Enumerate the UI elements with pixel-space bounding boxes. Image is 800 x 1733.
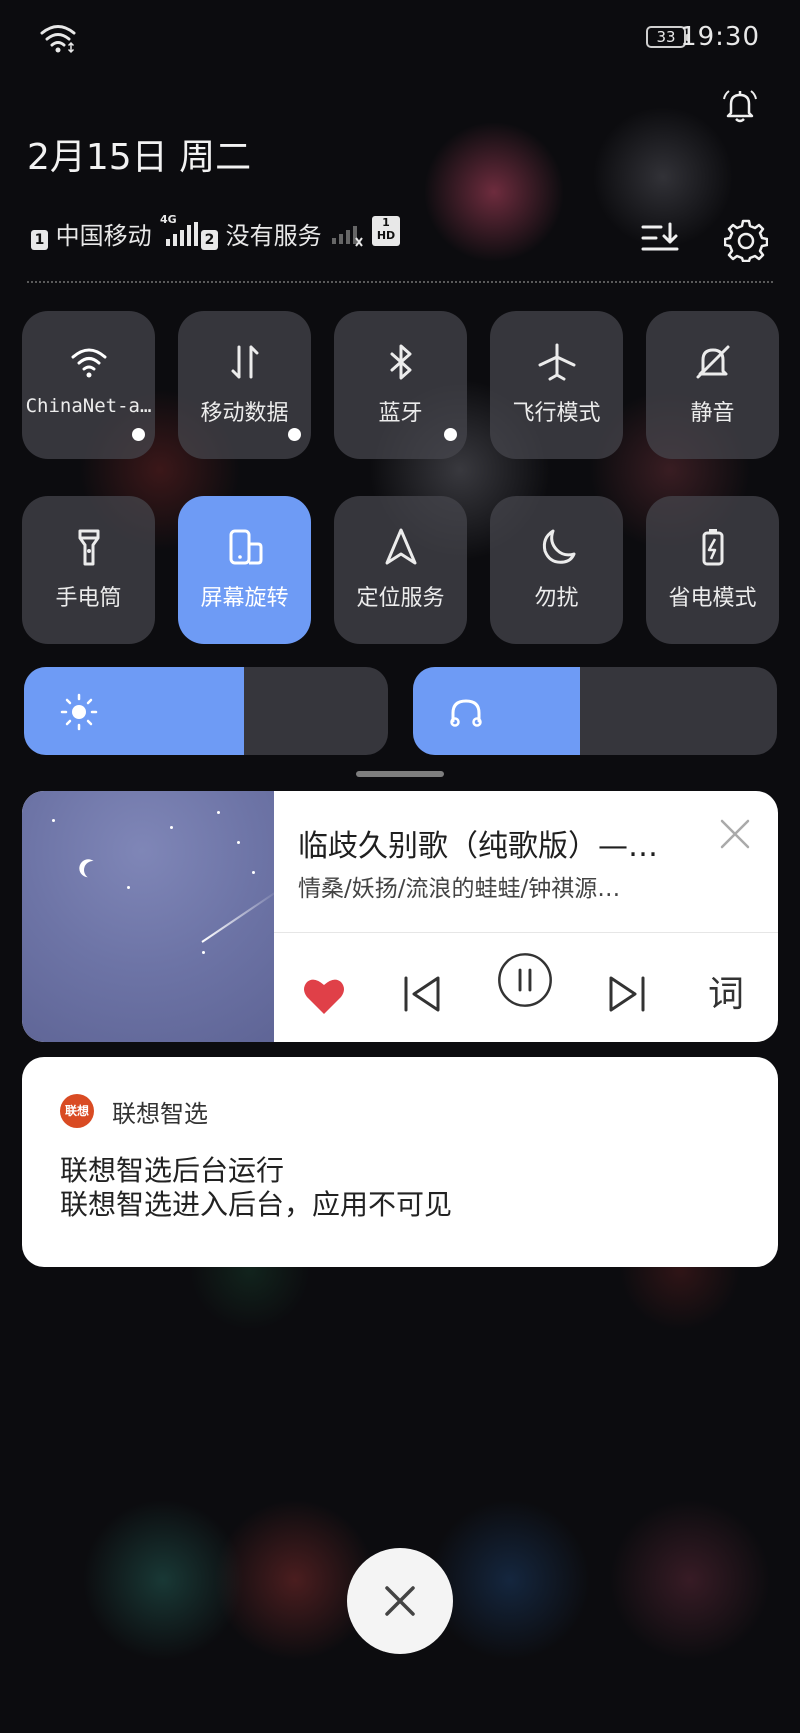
header-divider xyxy=(27,281,773,283)
no-signal-icon xyxy=(332,226,363,247)
tile-flashlight[interactable]: 手电筒 xyxy=(22,496,155,644)
tile-bluetooth-more-dot[interactable] xyxy=(444,428,457,441)
sim2-name: 没有服务 xyxy=(225,222,322,250)
next-icon[interactable] xyxy=(605,965,649,1023)
tile-dnd-label: 勿扰 xyxy=(534,586,579,611)
app-icon: 联想 xyxy=(60,1094,94,1128)
wifi-icon xyxy=(71,348,107,378)
brightness-slider[interactable] xyxy=(24,667,388,755)
flashlight-icon xyxy=(78,529,100,566)
notification-card[interactable]: 联想 联想智选 联想智选后台运行 联想智选进入后台，应用不可见 xyxy=(22,1057,778,1267)
album-art xyxy=(22,791,282,1042)
tile-dnd[interactable]: 勿扰 xyxy=(490,496,623,644)
brightness-slider-fill xyxy=(24,667,245,755)
tile-rotate[interactable]: 屏幕旋转 xyxy=(178,496,311,644)
tile-mobile-data-more-dot[interactable] xyxy=(288,428,301,441)
tile-airplane[interactable]: 飞行模式 xyxy=(490,311,623,459)
close-icon[interactable] xyxy=(718,817,752,851)
tile-wifi-more-dot[interactable] xyxy=(132,428,145,441)
notification-title: 联想智选后台运行 xyxy=(60,1154,285,1187)
pause-icon[interactable] xyxy=(490,951,560,1009)
volte-hd-badge: 1 HD xyxy=(372,216,400,246)
tile-mute[interactable]: 静音 xyxy=(646,311,779,459)
notification-message: 联想智选进入后台，应用不可见 xyxy=(60,1188,453,1221)
tile-flashlight-label: 手电筒 xyxy=(55,586,122,611)
battery-saver-icon xyxy=(702,529,724,566)
tile-wifi-label: ChinaNet-a… xyxy=(25,395,152,417)
status-time: 19:30 xyxy=(680,22,760,52)
sim2-carrier: 2 没有服务 xyxy=(201,216,322,251)
date-label: 2月15日 周二 xyxy=(27,137,252,178)
airplane-icon xyxy=(538,343,576,381)
mobile-data-icon xyxy=(231,345,259,379)
song-artist: 情桑/妖扬/流浪的蛙蛙/钟祺源… xyxy=(298,876,621,902)
close-icon xyxy=(385,1586,415,1616)
bluetooth-icon xyxy=(390,344,412,380)
panel-drag-handle[interactable] xyxy=(356,771,444,777)
headphones-icon xyxy=(450,699,482,727)
sim2-slot: 2 xyxy=(201,230,218,250)
moon-icon xyxy=(542,529,576,564)
gear-icon[interactable] xyxy=(724,218,768,262)
tile-location-label: 定位服务 xyxy=(356,586,445,611)
notification-app-name: 联想智选 xyxy=(112,1100,208,1128)
notification-body: 联想智选后台运行 联想智选进入后台，应用不可见 xyxy=(60,1154,452,1222)
tile-location[interactable]: 定位服务 xyxy=(334,496,467,644)
tile-bluetooth-label: 蓝牙 xyxy=(378,401,423,426)
sim1-slot: 1 xyxy=(31,230,48,250)
rotate-icon xyxy=(229,529,263,565)
sim1-name: 中国移动 xyxy=(55,222,152,250)
tile-battery-saver-label: 省电模式 xyxy=(668,586,757,611)
tile-airplane-label: 飞行模式 xyxy=(512,401,601,426)
tile-mute-label: 静音 xyxy=(690,401,735,426)
signal-4g-icon: 4G xyxy=(160,213,198,246)
brightness-icon xyxy=(60,693,98,731)
tile-rotate-label: 屏幕旋转 xyxy=(200,586,289,611)
volume-slider-fill xyxy=(413,667,581,755)
song-title: 临歧久别歌（纯歌版）—… xyxy=(298,829,658,864)
wifi-status-icon xyxy=(40,25,76,54)
heart-icon[interactable] xyxy=(302,967,346,1025)
clear-all-button[interactable] xyxy=(347,1548,453,1654)
sim1-carrier: 1 中国移动 xyxy=(31,216,152,251)
tile-bluetooth[interactable]: 蓝牙 xyxy=(334,311,467,459)
location-icon xyxy=(385,528,417,565)
tile-battery-saver[interactable]: 省电模式 xyxy=(646,496,779,644)
tile-mobile-data-label: 移动数据 xyxy=(200,401,289,426)
volume-slider[interactable] xyxy=(413,667,777,755)
mute-icon xyxy=(696,345,730,379)
notification-bell-icon[interactable] xyxy=(720,86,760,126)
music-divider xyxy=(274,932,778,933)
previous-icon[interactable] xyxy=(400,965,444,1023)
lyrics-button[interactable]: 词 xyxy=(708,965,744,1017)
tile-wifi[interactable]: ChinaNet-a… xyxy=(22,311,155,459)
sort-icon[interactable] xyxy=(640,218,682,260)
tile-mobile-data[interactable]: 移动数据 xyxy=(178,311,311,459)
music-player-card[interactable]: 临歧久别歌（纯歌版）—… 情桑/妖扬/流浪的蛙蛙/钟祺源… 词 xyxy=(22,791,778,1042)
